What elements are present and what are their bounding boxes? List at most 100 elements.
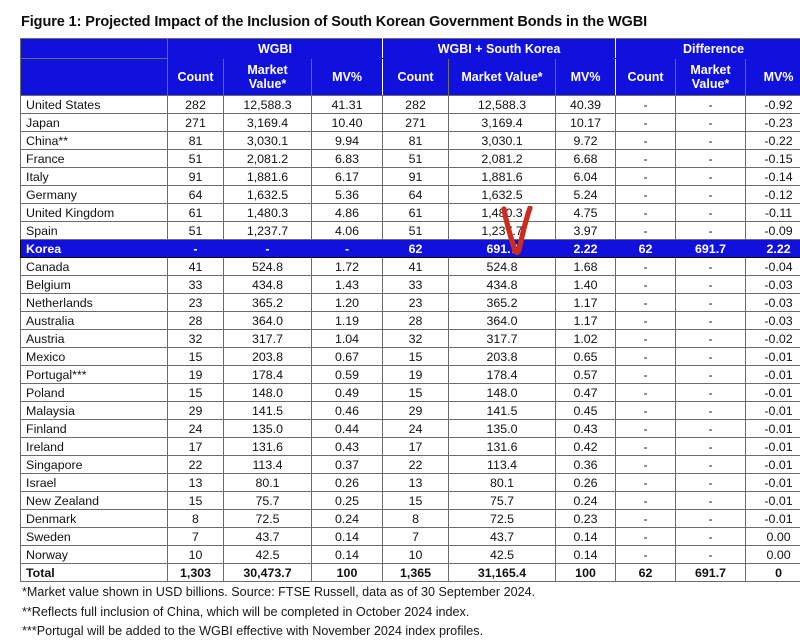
row-wgbi-market-value: 178.4: [224, 366, 312, 384]
row-difference-mv-pct: 0.00: [746, 546, 800, 564]
row-korea-mv-pct: 0.47: [556, 384, 616, 402]
row-country-name: New Zealand: [21, 492, 168, 510]
row-country-name: Korea: [21, 240, 168, 258]
row-korea-mv-pct: 0.14: [556, 528, 616, 546]
row-korea-count: 51: [383, 150, 449, 168]
row-difference-count: -: [616, 168, 676, 186]
row-difference-count: -: [616, 132, 676, 150]
row-difference-mv-pct: -0.01: [746, 402, 800, 420]
row-wgbi-mv-pct: -: [312, 240, 383, 258]
row-korea-mv-pct: 40.39: [556, 96, 616, 114]
row-difference-mv-pct: -0.01: [746, 474, 800, 492]
table-row: Singapore22113.40.3722113.40.36---0.01: [21, 456, 800, 474]
table-row: Poland15148.00.4915148.00.47---0.01: [21, 384, 800, 402]
table-row: Austria32317.71.0432317.71.02---0.02: [21, 330, 800, 348]
row-wgbi-mv-pct: 41.31: [312, 96, 383, 114]
row-korea-count: 15: [383, 348, 449, 366]
row-difference-mv-pct: -0.92: [746, 96, 800, 114]
row-korea-market-value: 131.6: [449, 438, 556, 456]
row-wgbi-count: 24: [168, 420, 224, 438]
row-wgbi-count: 15: [168, 384, 224, 402]
header-wgbi-market-value-line2: Value*: [224, 77, 311, 91]
row-korea-count: 61: [383, 204, 449, 222]
row-difference-mv-pct: -0.01: [746, 438, 800, 456]
row-difference-count: -: [616, 222, 676, 240]
row-wgbi-market-value: 203.8: [224, 348, 312, 366]
row-korea-mv-pct: 0.65: [556, 348, 616, 366]
row-korea-market-value: 80.1: [449, 474, 556, 492]
row-difference-mv-pct: -0.15: [746, 150, 800, 168]
row-wgbi-count: 51: [168, 222, 224, 240]
row-wgbi-market-value: 43.7: [224, 528, 312, 546]
row-korea-count: 91: [383, 168, 449, 186]
row-wgbi-count: 41: [168, 258, 224, 276]
row-korea-count: 282: [383, 96, 449, 114]
row-difference-count: -: [616, 150, 676, 168]
table-header: WGBI WGBI + South Korea Difference Count…: [21, 39, 800, 96]
row-difference-count: -: [616, 258, 676, 276]
row-difference-count: -: [616, 420, 676, 438]
row-wgbi-mv-pct: 4.06: [312, 222, 383, 240]
row-korea-count: 29: [383, 402, 449, 420]
row-difference-mv-pct: -0.01: [746, 366, 800, 384]
row-wgbi-count: 19: [168, 366, 224, 384]
row-wgbi-count: 15: [168, 492, 224, 510]
row-korea-market-value: 364.0: [449, 312, 556, 330]
row-korea-market-value: 1,480.3: [449, 204, 556, 222]
row-country-name: Belgium: [21, 276, 168, 294]
header-difference-count: Count: [616, 59, 676, 96]
header-wgbi-mv-pct: MV%: [312, 59, 383, 96]
row-country-name: United States: [21, 96, 168, 114]
row-korea-market-value: 2,081.2: [449, 150, 556, 168]
table-row: Spain511,237.74.06511,237.73.97---0.09: [21, 222, 800, 240]
row-wgbi-count: 10: [168, 546, 224, 564]
row-difference-count: -: [616, 294, 676, 312]
footnotes: *Market value shown in USD billions. Sou…: [22, 583, 780, 642]
row-difference-market-value: -: [676, 114, 746, 132]
row-wgbi-market-value: 72.5: [224, 510, 312, 528]
row-korea-market-value: 1,237.7: [449, 222, 556, 240]
row-difference-mv-pct: 0: [746, 564, 800, 582]
row-difference-mv-pct: -0.14: [746, 168, 800, 186]
row-wgbi-mv-pct: 10.40: [312, 114, 383, 132]
row-wgbi-count: -: [168, 240, 224, 258]
row-korea-market-value: 113.4: [449, 456, 556, 474]
row-korea-mv-pct: 0.57: [556, 366, 616, 384]
row-country-name: United Kingdom: [21, 204, 168, 222]
row-difference-mv-pct: -0.03: [746, 276, 800, 294]
row-difference-market-value: -: [676, 96, 746, 114]
row-difference-market-value: -: [676, 420, 746, 438]
row-wgbi-mv-pct: 0.49: [312, 384, 383, 402]
row-difference-mv-pct: -0.02: [746, 330, 800, 348]
row-difference-count: -: [616, 312, 676, 330]
row-difference-market-value: -: [676, 528, 746, 546]
row-wgbi-market-value: 80.1: [224, 474, 312, 492]
row-difference-count: -: [616, 384, 676, 402]
row-wgbi-mv-pct: 5.36: [312, 186, 383, 204]
row-difference-count: -: [616, 186, 676, 204]
row-difference-mv-pct: -0.01: [746, 384, 800, 402]
table-row: Sweden743.70.14743.70.14--0.00: [21, 528, 800, 546]
table-row: France512,081.26.83512,081.26.68---0.15: [21, 150, 800, 168]
table-header-group-row: WGBI WGBI + South Korea Difference: [21, 39, 800, 59]
row-country-name: France: [21, 150, 168, 168]
row-difference-mv-pct: -0.12: [746, 186, 800, 204]
row-wgbi-market-value: 12,588.3: [224, 96, 312, 114]
row-difference-market-value: -: [676, 348, 746, 366]
row-korea-mv-pct: 1.17: [556, 294, 616, 312]
row-difference-count: -: [616, 204, 676, 222]
row-wgbi-market-value: 317.7: [224, 330, 312, 348]
row-difference-market-value: -: [676, 438, 746, 456]
table-row: Belgium33434.81.4333434.81.40---0.03: [21, 276, 800, 294]
row-wgbi-mv-pct: 0.26: [312, 474, 383, 492]
row-wgbi-count: 7: [168, 528, 224, 546]
table-row: Germany641,632.55.36641,632.55.24---0.12: [21, 186, 800, 204]
row-korea-mv-pct: 0.43: [556, 420, 616, 438]
row-wgbi-count: 22: [168, 456, 224, 474]
header-korea-mv-pct: MV%: [556, 59, 616, 96]
row-korea-market-value: 524.8: [449, 258, 556, 276]
row-wgbi-count: 8: [168, 510, 224, 528]
row-difference-market-value: -: [676, 204, 746, 222]
row-difference-market-value: -: [676, 402, 746, 420]
row-difference-mv-pct: -0.03: [746, 312, 800, 330]
